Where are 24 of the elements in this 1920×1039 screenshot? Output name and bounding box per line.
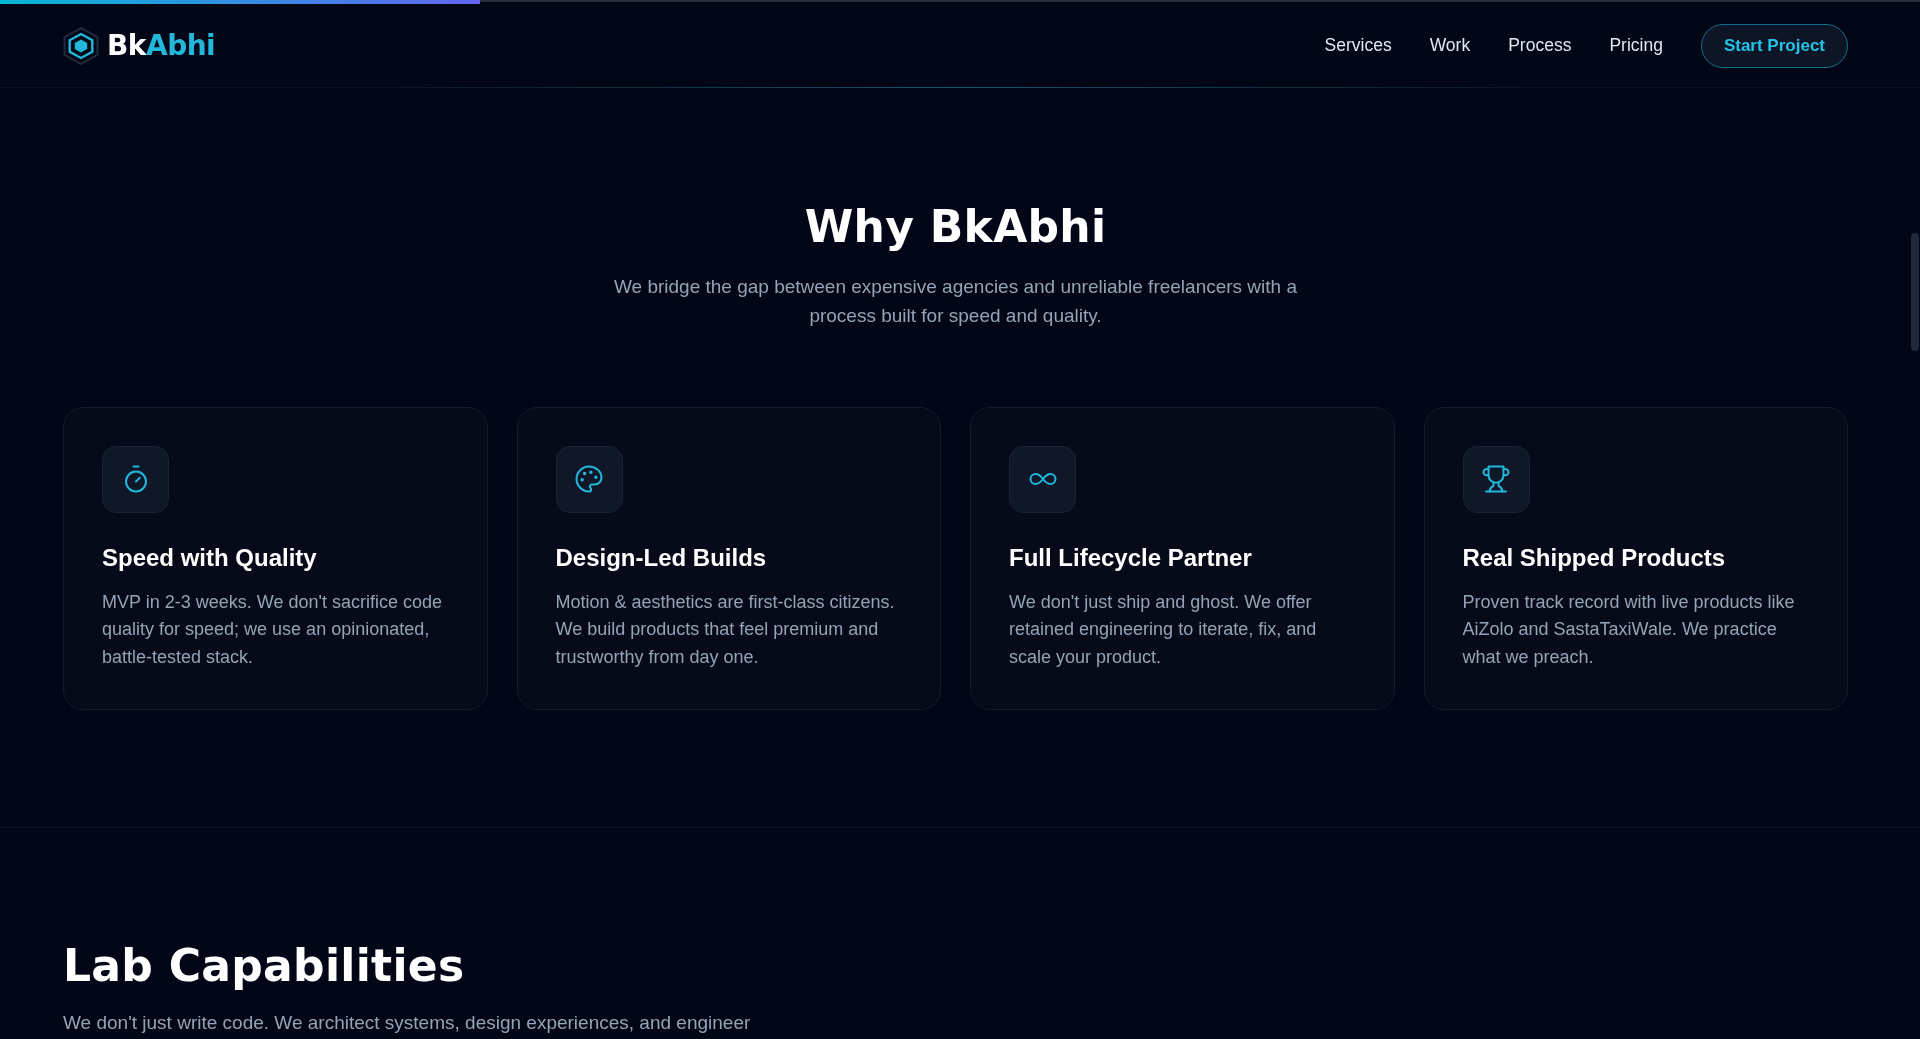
card-description: Proven track record with live products like AiZolo and SastaTaxiWale. We practice what we preach. bbox=[1462, 590, 1796, 669]
card-title: Speed with Quality bbox=[102, 542, 318, 572]
infinity-icon bbox=[1009, 445, 1076, 513]
scrollbar-thumb[interactable] bbox=[1911, 233, 1919, 351]
section-heading: Why BkAbhi bbox=[803, 201, 1108, 254]
nav-link[interactable]: Services bbox=[1324, 32, 1392, 59]
nav-link[interactable]: Work bbox=[1429, 32, 1471, 59]
card-title: Real Shipped Products bbox=[1462, 542, 1727, 572]
card-description: Motion & aesthetics are first-class citizens. We build products that feel premium and trustworthy from day one. bbox=[555, 590, 896, 669]
section-subtitle: We don't just write code. We architect systems, design experiences, and engineer bbox=[63, 1011, 752, 1036]
nav-link[interactable]: Process bbox=[1508, 32, 1572, 59]
card-title: Design-Led Builds bbox=[555, 542, 768, 572]
section-subtitle: We bridge the gap between expensive agencies and unreliable freelancers with a process built for speed and quality. bbox=[612, 274, 1298, 328]
card-description: MVP in 2-3 weeks. We don't sacrifice code quality for speed; we use an opinionated, battle-tested stack. bbox=[102, 590, 443, 669]
card-description: We don't just ship and ghost. We offer retained engineering to iterate, fix, and scale your product. bbox=[1009, 590, 1318, 669]
nav-link[interactable]: Pricing bbox=[1609, 32, 1663, 59]
section-heading: Lab Capabilities bbox=[63, 940, 466, 994]
trophy-icon bbox=[1462, 445, 1530, 513]
card-title: Full Lifecycle Partner bbox=[1009, 542, 1253, 572]
palette-icon bbox=[555, 445, 623, 513]
start-project-button[interactable]: Start Project bbox=[1700, 23, 1848, 68]
hexagon-logo-icon[interactable] bbox=[63, 26, 99, 65]
logo-text[interactable]: BkAbhi bbox=[107, 31, 216, 60]
stopwatch-icon bbox=[102, 445, 169, 513]
